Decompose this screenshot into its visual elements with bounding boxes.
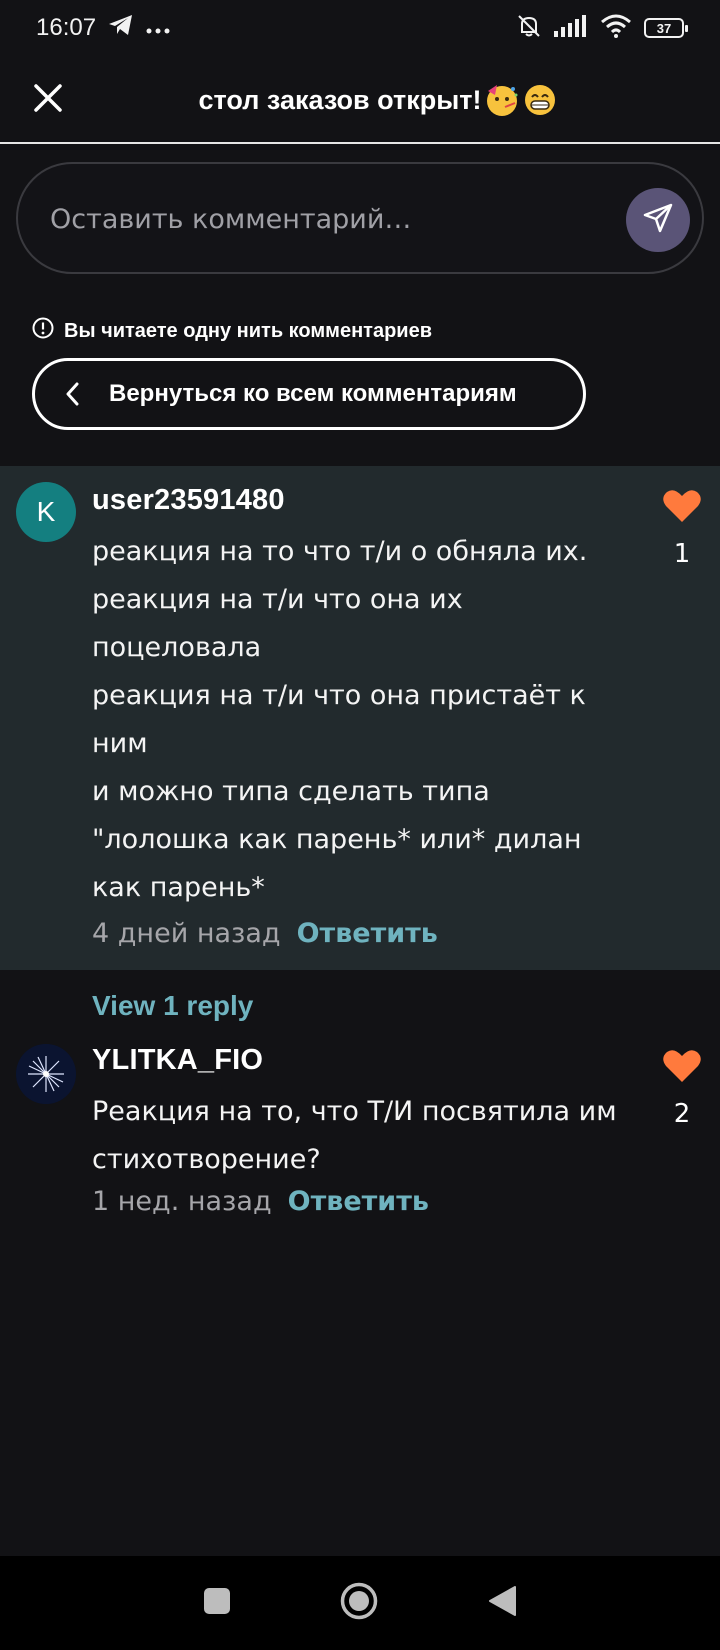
grinning-face-emoji-icon [523,83,557,117]
close-icon [32,82,64,119]
reply-button[interactable]: Ответить [297,918,438,949]
comment-time: 4 дней назад [92,918,281,949]
reply-button[interactable]: Ответить [288,1186,429,1217]
comment-line: реакция на то что т/и о обняла их. [92,536,588,567]
like-count: 2 [673,1099,691,1129]
back-button[interactable] [487,1585,517,1622]
comment-line: как парень* [92,872,265,903]
comment-meta: 4 дней назад Ответить [92,918,438,949]
comment-meta: 1 нед. назад Ответить [92,1186,429,1217]
close-button[interactable] [26,78,70,122]
comment-input[interactable] [48,164,592,274]
more-dots-icon [146,14,170,42]
send-icon [641,201,675,240]
comment-line: и можно типа сделать типа [92,776,490,807]
status-time: 16:07 [36,14,97,41]
comment-line: "лолошка как парень* или* дилан [92,824,582,855]
sparkle-avatar-icon [16,1044,76,1104]
page-title-text: стол заказов открыт! [198,84,482,115]
like-button[interactable]: 2 [660,1048,704,1129]
battery-icon: 37 [644,18,688,38]
comment-line: поцеловала [92,632,262,663]
send-button[interactable] [626,188,690,252]
chevron-left-icon [65,382,79,406]
comment-box [16,162,704,274]
battery-level: 37 [656,20,672,36]
comment-username[interactable]: YLITKA_FIO [92,1044,263,1077]
comment-time: 1 нед. назад [92,1186,272,1217]
back-button-label: Вернуться ко всем комментариям [109,380,517,407]
status-left: 16:07 [36,13,170,44]
recents-square-icon [203,1587,231,1620]
avatar[interactable] [16,1044,76,1104]
comment-item: K user23591480 реакция на то что т/и о о… [0,466,720,970]
telegram-icon [108,13,134,44]
recents-button[interactable] [203,1587,231,1620]
home-circle-icon [339,1581,379,1626]
thread-notice: Вы читаете одну нить комментариев [32,316,432,346]
comment-line: стихотворение? [92,1144,321,1175]
comment-line: реакция на т/и что она их [92,584,463,615]
comment-text: Реакция на то, что Т/И посвятила им стих… [92,1088,632,1184]
avatar-letter: K [36,496,56,527]
info-icon [32,317,54,345]
mute-bell-icon [516,13,542,44]
page-title: стол заказов открыт! [96,56,660,144]
signal-icon [554,14,588,42]
comment-text: реакция на то что т/и о обняла их. реакц… [92,528,632,912]
back-triangle-icon [487,1585,517,1622]
comment-line: Реакция на то, что Т/И посвятила им [92,1096,617,1127]
view-replies-link[interactable]: View 1 reply [92,990,253,1022]
heart-icon [662,488,702,529]
like-button[interactable]: 1 [660,488,704,569]
comment-item: YLITKA_FIO Реакция на то, что Т/И посвят… [0,1034,720,1234]
comment-line: реакция на т/и что она пристаёт к [92,680,586,711]
comment-username[interactable]: user23591480 [92,484,285,517]
header: стол заказов открыт! [0,56,720,144]
partying-face-emoji-icon [485,83,519,117]
like-count: 1 [673,539,691,569]
thread-notice-text: Вы читаете одну нить комментариев [64,319,433,342]
back-to-all-comments-button[interactable]: Вернуться ко всем комментариям [32,358,586,430]
system-nav-bar [0,1556,720,1650]
status-bar: 16:07 37 [0,0,720,56]
avatar[interactable]: K [16,482,76,542]
home-button[interactable] [339,1581,379,1626]
heart-icon [662,1048,702,1089]
status-right: 37 [516,13,688,44]
wifi-icon [600,14,632,43]
comment-line: ним [92,728,148,759]
